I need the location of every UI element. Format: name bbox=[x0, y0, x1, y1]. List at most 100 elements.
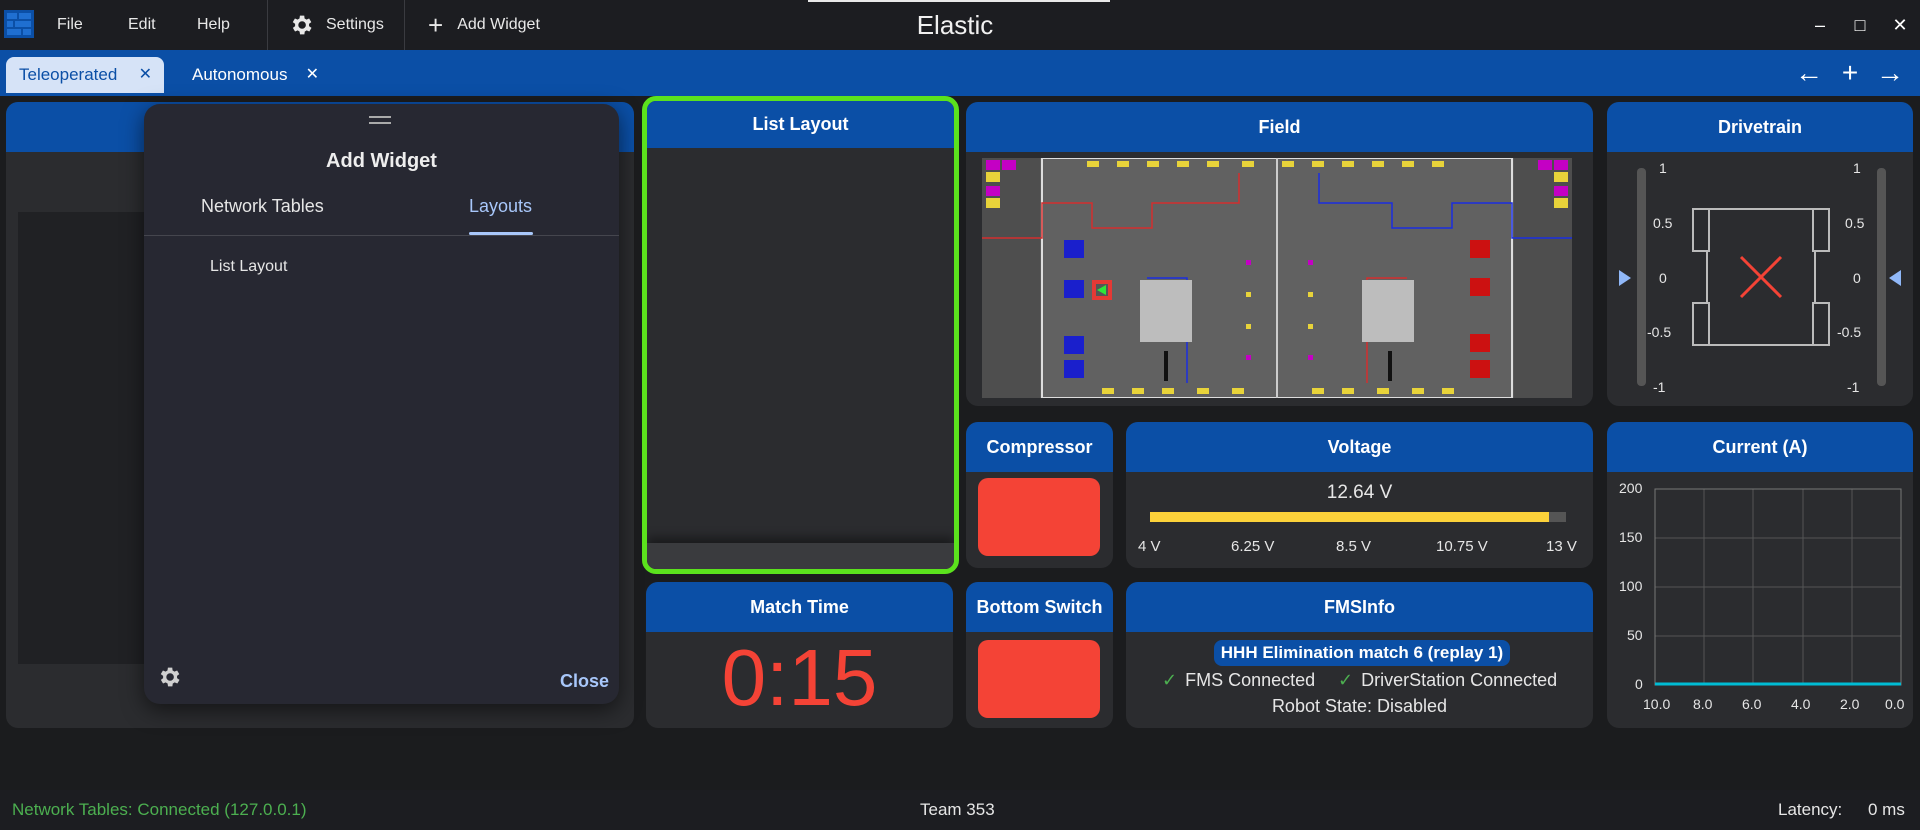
tick-label: 0.5 bbox=[1653, 215, 1673, 231]
app-title: Elastic bbox=[916, 10, 994, 40]
drag-handle-icon[interactable] bbox=[369, 116, 391, 124]
menu-divider bbox=[404, 0, 405, 50]
tab-bar: Teleoperated ✕ Autonomous ✕ ← + → bbox=[0, 50, 1920, 96]
match-time-widget[interactable]: Match Time 0:15 bbox=[646, 582, 953, 728]
widget-body bbox=[18, 212, 158, 664]
fms-info-widget[interactable]: FMSInfo HHH Elimination match 6 (replay … bbox=[1126, 582, 1593, 728]
right-speed-track bbox=[1877, 168, 1886, 386]
tick-label: 0 bbox=[1659, 270, 1667, 286]
minimize-button[interactable]: – bbox=[1807, 12, 1833, 38]
match-info-badge: HHH Elimination match 6 (replay 1) bbox=[1214, 640, 1510, 666]
dialog-title: Add Widget bbox=[326, 150, 437, 172]
list-layout-widget[interactable]: List Layout bbox=[642, 96, 959, 574]
compressor-status-indicator bbox=[978, 478, 1100, 556]
tab-label: Teleoperated bbox=[19, 65, 118, 84]
gear-icon bbox=[292, 15, 312, 35]
voltage-tick: 13 V bbox=[1546, 538, 1577, 555]
compressor-widget[interactable]: Compressor bbox=[966, 422, 1113, 568]
x-tick-label: 2.0 bbox=[1840, 696, 1860, 712]
x-tick-label: 0.0 bbox=[1885, 696, 1905, 712]
widget-title: Bottom Switch bbox=[966, 582, 1113, 632]
menu-help[interactable]: Help bbox=[197, 0, 230, 50]
connection-status: Network Tables: Connected (127.0.0.1) bbox=[12, 800, 307, 819]
x-tick-label: 4.0 bbox=[1791, 696, 1811, 712]
tab-label: Autonomous bbox=[192, 65, 288, 84]
tick-label: 1 bbox=[1853, 160, 1861, 176]
robot-chassis-icon bbox=[1692, 208, 1830, 346]
latency-value: 0 ms bbox=[1868, 800, 1905, 819]
tick-label: 0 bbox=[1853, 270, 1861, 286]
elastic-logo-icon bbox=[4, 10, 34, 38]
x-tick-label: 6.0 bbox=[1742, 696, 1762, 712]
team-number: Team 353 bbox=[920, 800, 995, 819]
add-tab-button[interactable]: + bbox=[1834, 58, 1866, 88]
add-widget-dialog: Add Widget Network Tables Layouts List L… bbox=[144, 104, 619, 704]
menu-edit[interactable]: Edit bbox=[128, 0, 156, 50]
maximize-button[interactable]: □ bbox=[1847, 12, 1873, 38]
drivetrain-widget[interactable]: Drivetrain 1 0.5 0 -0.5 -1 1 0.5 0 -0.5 … bbox=[1607, 102, 1913, 406]
voltage-tick: 4 V bbox=[1138, 538, 1161, 555]
close-button[interactable]: Close bbox=[560, 671, 609, 692]
title-bar: File Edit Help Settings + Add Widget Ela… bbox=[0, 0, 1920, 50]
tick-label: -0.5 bbox=[1837, 324, 1862, 340]
current-graph bbox=[1654, 488, 1902, 686]
widget-title: Compressor bbox=[966, 422, 1113, 472]
tick-label: 0.5 bbox=[1845, 215, 1865, 231]
current-graph-widget[interactable]: Current (A) 200 150 100 50 0 10.0 8.0 6.… bbox=[1607, 422, 1913, 728]
gear-icon[interactable] bbox=[156, 664, 182, 690]
menu-divider bbox=[267, 0, 268, 50]
field-widget[interactable]: Field bbox=[966, 102, 1593, 406]
tab-teleoperated[interactable]: Teleoperated ✕ bbox=[6, 57, 164, 93]
x-tick-label: 8.0 bbox=[1693, 696, 1713, 712]
y-tick-label: 50 bbox=[1627, 627, 1643, 643]
y-tick-label: 200 bbox=[1619, 480, 1643, 496]
bottom-switch-widget[interactable]: Bottom Switch bbox=[966, 582, 1113, 728]
tick-label: -0.5 bbox=[1647, 324, 1672, 340]
tick-label: 1 bbox=[1659, 160, 1667, 176]
fms-connected-status: ✓ FMS Connected bbox=[1162, 670, 1315, 691]
y-tick-label: 100 bbox=[1619, 578, 1643, 594]
tab-divider bbox=[144, 235, 619, 236]
bottom-switch-status-indicator bbox=[978, 640, 1100, 718]
tab-layouts[interactable]: Layouts bbox=[469, 196, 532, 217]
tick-label: -1 bbox=[1653, 379, 1666, 395]
next-tab-button[interactable]: → bbox=[1874, 58, 1906, 88]
voltage-widget[interactable]: Voltage 12.64 V 4 V 6.25 V 8.5 V 10.75 V… bbox=[1126, 422, 1593, 568]
driverstation-connected-status: ✓ DriverStation Connected bbox=[1338, 670, 1557, 691]
match-time-value: 0:15 bbox=[721, 633, 878, 722]
widget-title: Field bbox=[966, 102, 1593, 152]
add-widget-button[interactable]: + Add Widget bbox=[428, 0, 540, 50]
x-tick-label: 10.0 bbox=[1643, 696, 1671, 712]
previous-tab-button[interactable]: ← bbox=[1793, 58, 1825, 88]
widget-title: Current (A) bbox=[1607, 422, 1913, 472]
status-bar: Network Tables: Connected (127.0.0.1) Te… bbox=[0, 790, 1920, 830]
left-speed-track bbox=[1637, 168, 1646, 386]
tab-autonomous[interactable]: Autonomous ✕ bbox=[179, 57, 331, 93]
add-widget-label: Add Widget bbox=[457, 16, 540, 33]
voltage-value: 12.64 V bbox=[1326, 482, 1393, 503]
widget-title: FMSInfo bbox=[1126, 582, 1593, 632]
settings-label: Settings bbox=[326, 16, 384, 33]
driverstation-connected-label: DriverStation Connected bbox=[1361, 670, 1558, 690]
widget-title: Voltage bbox=[1126, 422, 1593, 472]
menu-file[interactable]: File bbox=[57, 0, 83, 50]
check-icon: ✓ bbox=[1162, 670, 1178, 690]
robot-state-label: Robot State: Disabled bbox=[1271, 696, 1448, 716]
y-tick-label: 150 bbox=[1619, 529, 1643, 545]
widget-title: Drivetrain bbox=[1607, 102, 1913, 152]
tab-network-tables[interactable]: Network Tables bbox=[201, 196, 324, 217]
close-window-button[interactable]: ✕ bbox=[1887, 12, 1913, 38]
voltage-bar-fill bbox=[1150, 512, 1549, 522]
widget-title: List Layout bbox=[647, 101, 954, 148]
voltage-tick: 6.25 V bbox=[1231, 538, 1275, 555]
plus-icon: + bbox=[428, 10, 444, 40]
close-tab-icon[interactable]: ✕ bbox=[139, 57, 152, 93]
right-indicator-icon bbox=[1889, 270, 1901, 286]
latency-label: Latency: bbox=[1778, 800, 1843, 819]
list-item-list-layout[interactable]: List Layout bbox=[210, 258, 287, 276]
voltage-tick: 8.5 V bbox=[1336, 538, 1372, 555]
settings-button[interactable]: Settings bbox=[288, 0, 384, 50]
close-tab-icon[interactable]: ✕ bbox=[306, 57, 319, 93]
field-map-image bbox=[982, 158, 1572, 398]
check-icon: ✓ bbox=[1338, 670, 1354, 690]
